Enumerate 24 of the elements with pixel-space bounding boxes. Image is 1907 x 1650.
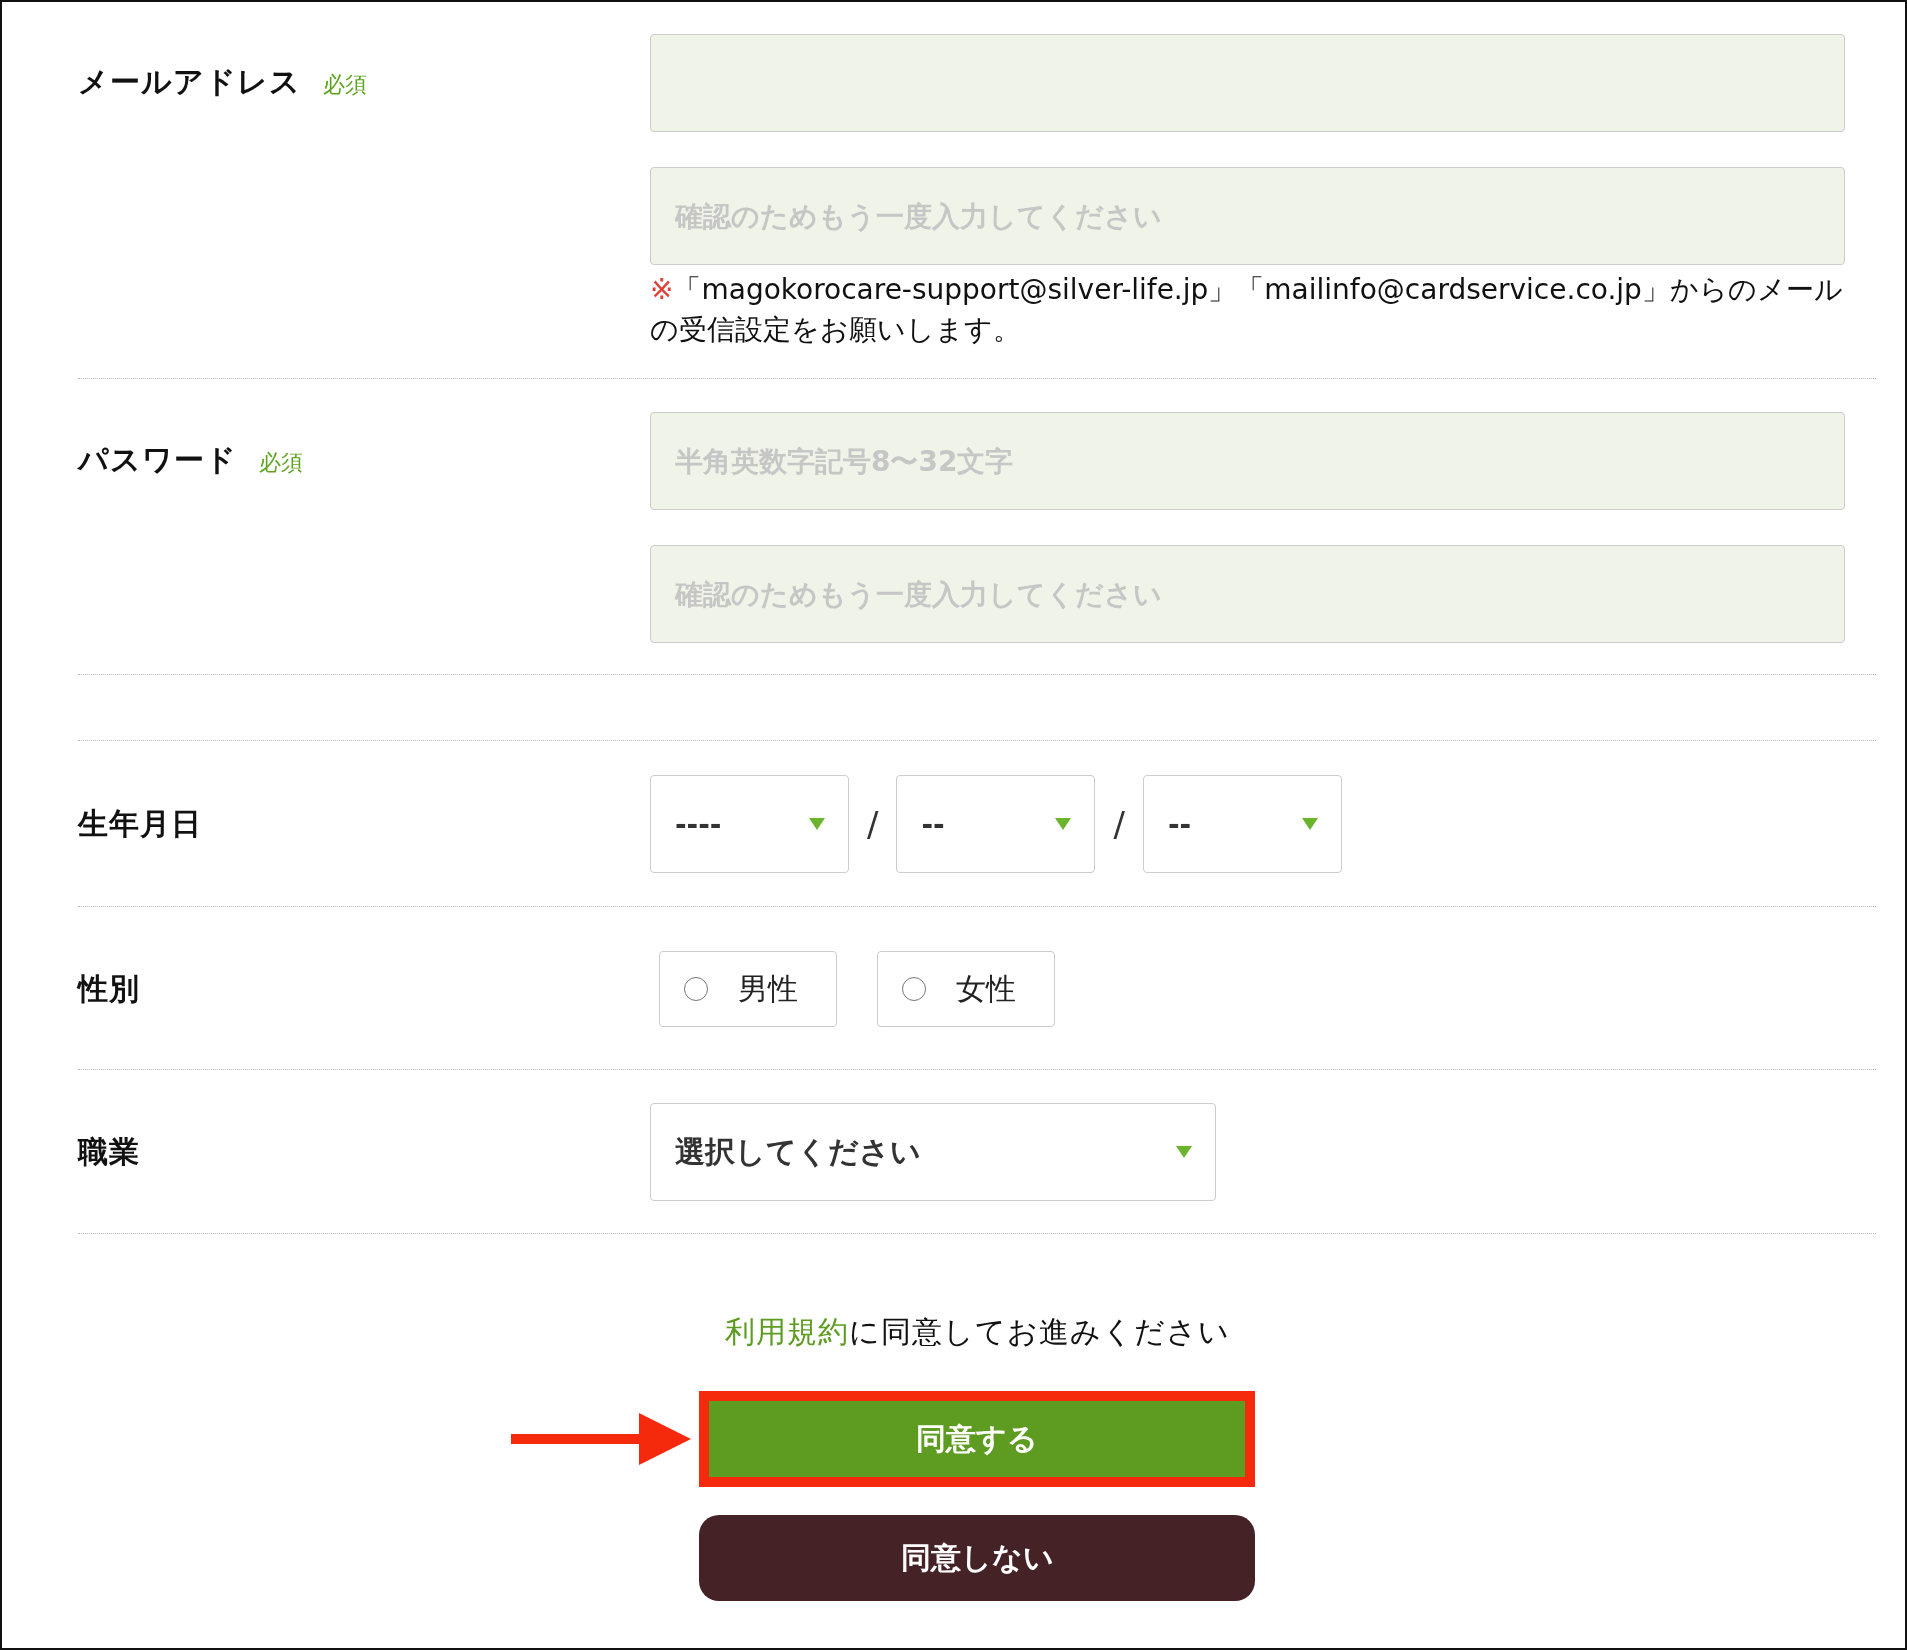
caret-icon bbox=[1175, 1145, 1193, 1159]
field-label: 生年月日 bbox=[78, 804, 202, 843]
agreement-text: 利用規約に同意してお進みください bbox=[724, 1313, 1230, 1351]
notice-text: ※「magokorocare-support@silver-life.jp」「mailinfo@cardservice.co.jp」からのメールの受信設定をお願いします。 bbox=[650, 272, 1844, 348]
required-label: 必須 bbox=[323, 71, 367, 99]
field-label: 職業 bbox=[78, 1132, 140, 1171]
disagree-button[interactable]: 同意しない bbox=[699, 1515, 1255, 1601]
field-label: 性別 bbox=[78, 969, 140, 1008]
radio-option[interactable]: 女性 bbox=[877, 951, 1055, 1027]
arrow-icon bbox=[511, 1413, 691, 1465]
date-select[interactable]: -- bbox=[1142, 775, 1342, 873]
date-select[interactable]: -- bbox=[896, 775, 1096, 873]
caret-icon bbox=[1054, 817, 1073, 831]
required-label: 必須 bbox=[259, 449, 303, 477]
date-separator: / bbox=[1113, 804, 1125, 844]
field-label: メールアドレス bbox=[78, 63, 301, 101]
occupation-select[interactable]: 選択してください bbox=[650, 1103, 1216, 1201]
date-select[interactable]: ---- bbox=[650, 775, 849, 873]
caret-icon bbox=[1300, 817, 1319, 831]
input-field[interactable] bbox=[650, 34, 1845, 132]
caret-icon bbox=[808, 817, 826, 831]
field-label: パスワード bbox=[78, 441, 237, 479]
date-separator: / bbox=[867, 804, 879, 844]
radio-option[interactable]: 男性 bbox=[659, 951, 837, 1027]
